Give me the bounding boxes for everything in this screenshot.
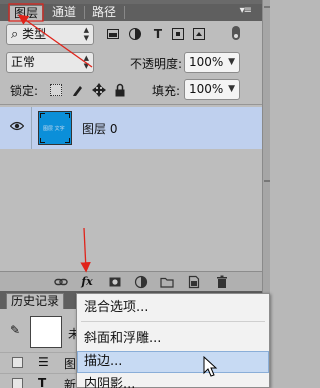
layer-thumbnail[interactable]: 图层 文字 (38, 111, 72, 145)
lock-label: 锁定: (10, 84, 39, 98)
adjustment-icon[interactable] (134, 275, 148, 289)
smart-object-filter-icon[interactable] (192, 27, 206, 41)
opacity-label: 不透明度: (130, 57, 183, 71)
fill-label: 填充: (152, 84, 181, 98)
layers-panel-tabbar: 图层 通道 路径 ▾≡ (0, 4, 262, 21)
history-snapshot-thumbnail[interactable] (30, 316, 62, 348)
opacity-value: 100% (189, 55, 224, 69)
folder-icon[interactable] (160, 275, 174, 289)
updown-icon: ▲ ▼ (83, 54, 89, 70)
chevron-down-icon[interactable]: ▼ (228, 80, 235, 99)
history-document-icon: ☰ (38, 355, 49, 369)
fx-icon[interactable]: fx (80, 275, 94, 289)
lock-position-icon[interactable] (92, 83, 106, 97)
history-row-label: 新 (64, 378, 77, 388)
history-brush-icon[interactable]: ✎ (10, 323, 20, 337)
updown-icon: ▲ ▼ (83, 26, 89, 42)
thumb-corner (40, 113, 45, 118)
layer-name[interactable]: 图层 0 (82, 120, 117, 137)
tab-paths[interactable]: 路径 (88, 5, 120, 21)
new-layer-icon[interactable] (187, 275, 201, 289)
filter-toggle-switch[interactable] (232, 26, 240, 40)
layers-panel-footer: fx (0, 271, 262, 291)
tab-channels[interactable]: 通道 (48, 5, 80, 21)
history-checkbox[interactable] (12, 357, 23, 368)
thumb-corner (40, 138, 45, 143)
thumb-corner (65, 113, 70, 118)
tab-history[interactable]: 历史记录 (6, 293, 65, 309)
thumb-corner (65, 138, 70, 143)
layer-list: 图层 文字 图层 0 (0, 104, 262, 271)
history-row-label: 图 (64, 357, 77, 371)
mask-icon[interactable] (108, 275, 122, 289)
link-icon[interactable] (54, 275, 68, 289)
menu-item-bevel-emboss[interactable]: 斜面和浮雕... (77, 328, 269, 350)
thumbnail-text: 图层 文字 (43, 126, 65, 132)
dock-grip (264, 6, 270, 8)
layer-row[interactable]: 图层 文字 图层 0 (0, 107, 262, 149)
lock-transparent-pixels-icon[interactable] (50, 84, 62, 96)
blend-mode-value: 正常 (11, 55, 36, 69)
menu-separator (81, 321, 265, 322)
layer-style-menu: 混合选项... 斜面和浮雕... 描边... 内阴影... (76, 293, 270, 388)
tab-separator (124, 6, 125, 19)
filter-kind-select[interactable]: ⌕ 类型 ▲ ▼ (6, 24, 94, 45)
fill-input[interactable]: 100% ▼ (184, 79, 240, 100)
menu-item-blending-options[interactable]: 混合选项... (77, 297, 269, 319)
trash-icon[interactable] (215, 275, 229, 289)
menu-item-inner-shadow[interactable]: 内阴影... (77, 374, 269, 388)
panel-menu-icon[interactable]: ▾≡ (240, 5, 252, 16)
mouse-cursor-icon (203, 356, 218, 377)
chevron-down-icon[interactable]: ▼ (228, 53, 235, 72)
tab-layers[interactable]: 图层 (9, 5, 44, 21)
lock-image-pixels-icon[interactable] (71, 83, 85, 97)
shape-filter-icon[interactable] (171, 27, 185, 41)
filter-kind-label: 类型 (22, 27, 47, 41)
layers-panel: ⌕ 类型 ▲ ▼ T 正常 ▲ ▼ 不透明度: 100% ▼ 锁定: 填充: 100… (0, 21, 262, 271)
image-filter-icon[interactable] (106, 27, 120, 41)
history-checkbox[interactable] (12, 378, 23, 388)
tab-separator (84, 6, 85, 19)
menu-item-stroke[interactable]: 描边... (77, 351, 269, 373)
adjustment-filter-icon[interactable] (128, 27, 142, 41)
history-type-icon: T (38, 376, 47, 388)
opacity-input[interactable]: 100% ▼ (184, 52, 240, 73)
search-icon: ⌕ (11, 27, 19, 42)
type-filter-icon[interactable]: T (151, 27, 165, 41)
fill-value: 100% (189, 82, 224, 96)
visibility-cell[interactable] (0, 107, 32, 149)
blend-mode-select[interactable]: 正常 ▲ ▼ (6, 52, 94, 73)
dock-grip (264, 180, 270, 182)
lock-all-icon[interactable] (113, 83, 127, 97)
eye-icon[interactable] (10, 121, 24, 131)
